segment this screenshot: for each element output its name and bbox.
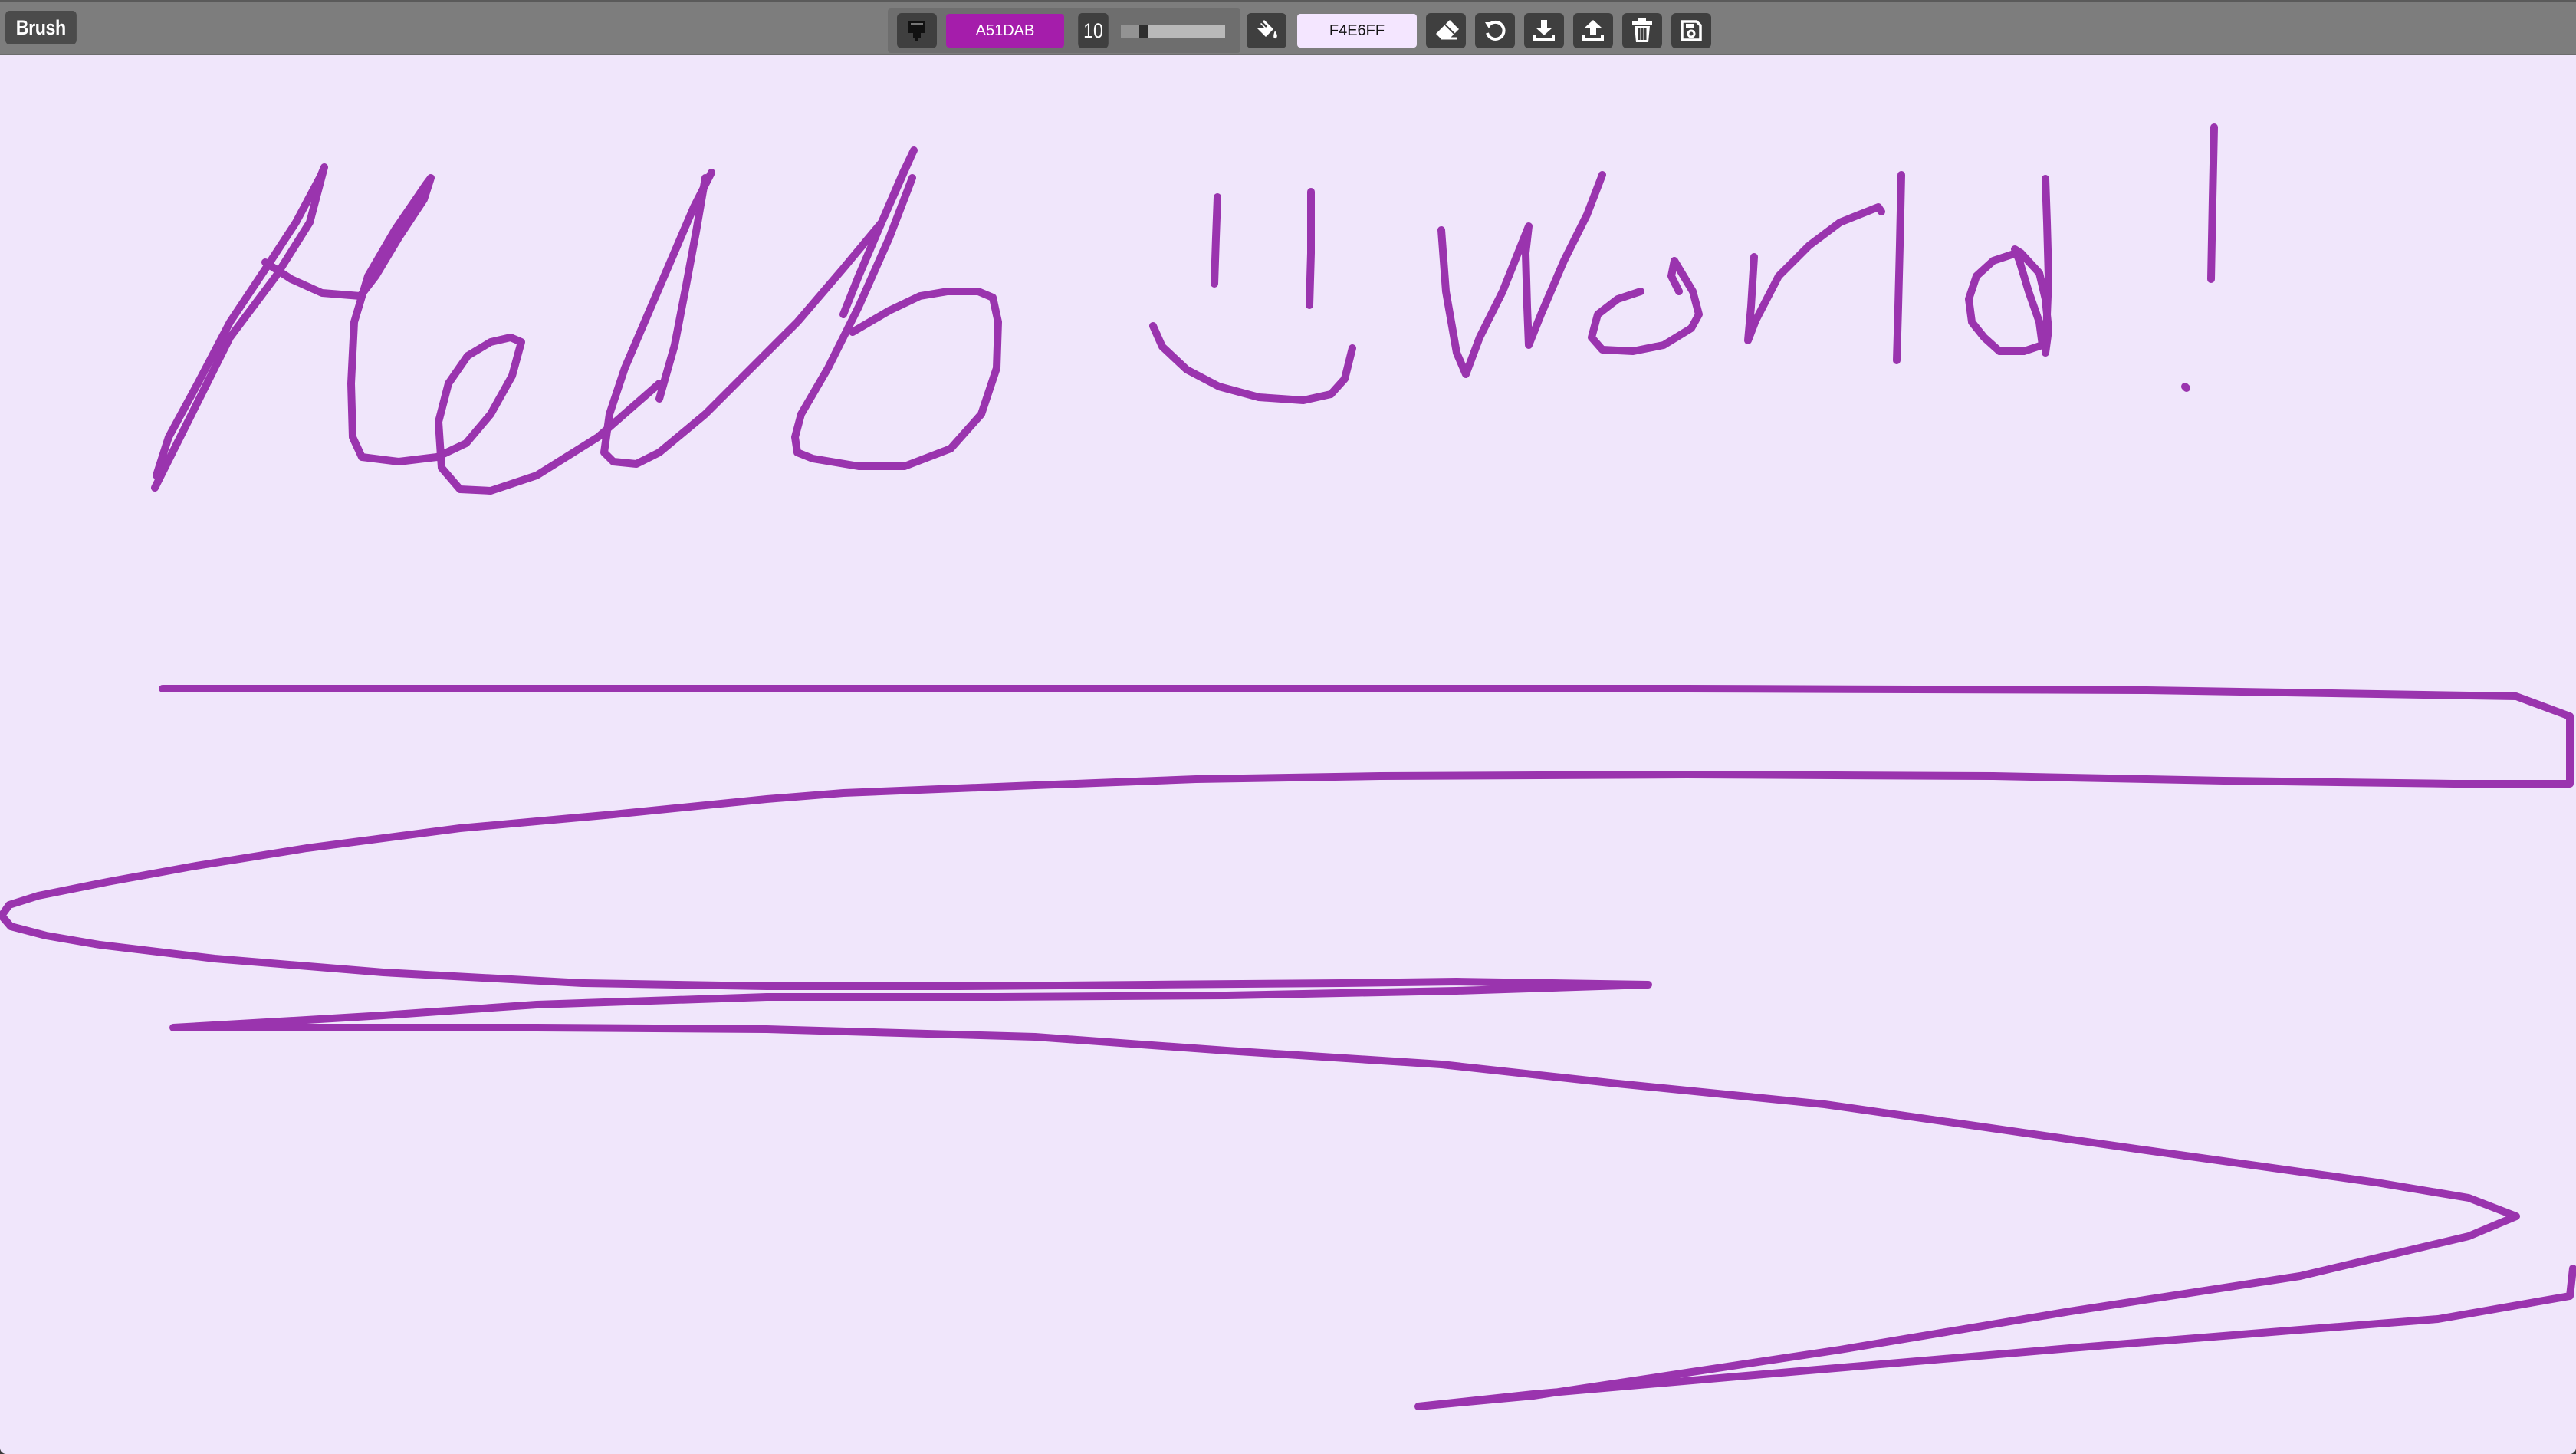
stroke-smiley-mouth xyxy=(1149,322,1356,404)
stroke-world-w xyxy=(1438,171,1606,378)
stroke-hello-o xyxy=(791,174,1002,470)
upload-icon xyxy=(1582,20,1604,41)
upload-button[interactable] xyxy=(1573,13,1613,48)
stroke-smiley-eye-left xyxy=(1211,193,1221,288)
fill-bucket-button[interactable] xyxy=(1247,13,1286,48)
download-button[interactable] xyxy=(1524,13,1564,48)
stroke-world-l xyxy=(1893,171,1905,364)
toolbar: Brush A51DAB 10 F4E6FF xyxy=(0,0,2576,55)
clear-button[interactable] xyxy=(1622,13,1662,48)
save-icon xyxy=(1681,20,1702,41)
stroke-exclamation-bar xyxy=(2207,123,2218,283)
brush-icon xyxy=(909,21,925,41)
stroke-world-d xyxy=(1965,175,2052,357)
mode-label[interactable]: Brush xyxy=(5,11,77,44)
brush-size-slider-thumb[interactable] xyxy=(1139,25,1148,38)
eraser-button[interactable] xyxy=(1426,13,1466,48)
brush-color-input[interactable]: A51DAB xyxy=(946,14,1064,48)
trash-icon xyxy=(1632,18,1652,42)
background-color-input[interactable]: F4E6FF xyxy=(1297,14,1417,48)
brush-button[interactable] xyxy=(897,13,937,48)
stroke-scribble xyxy=(0,685,2576,1410)
eraser-icon xyxy=(1436,20,1459,40)
download-icon xyxy=(1533,20,1555,41)
drawing-canvas[interactable] xyxy=(0,55,2576,1454)
stroke-world-r xyxy=(1744,203,1885,344)
stroke-world-o xyxy=(1588,257,1703,355)
paint-bucket-icon xyxy=(1255,20,1277,39)
undo-icon xyxy=(1485,20,1506,41)
canvas-strokes xyxy=(0,123,2576,1410)
undo-button[interactable] xyxy=(1475,13,1515,48)
save-button[interactable] xyxy=(1671,13,1711,48)
stroke-hello-l1 xyxy=(600,146,918,468)
stroke-smiley-eye-right xyxy=(1306,188,1315,309)
brush-size-value: 10 xyxy=(1078,13,1109,48)
paint-app: Brush A51DAB 10 F4E6FF xyxy=(0,0,2576,1454)
stroke-exclamation-dot xyxy=(2181,383,2190,392)
stroke-hello-h-bar xyxy=(261,174,663,495)
stroke-hello-h-left xyxy=(151,163,328,492)
brush-size-slider[interactable] xyxy=(1121,25,1225,38)
stroke-hello-l2 xyxy=(656,174,709,403)
